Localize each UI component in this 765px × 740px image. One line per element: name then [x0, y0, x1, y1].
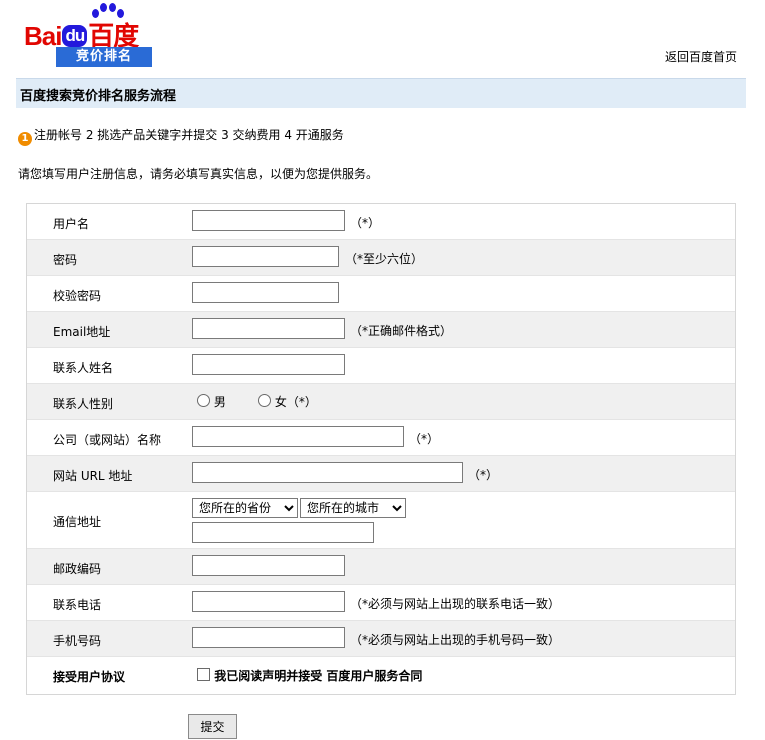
city-select[interactable]: 您所在的城市: [300, 498, 406, 518]
agreement-checkbox[interactable]: [197, 668, 210, 681]
postcode-label: 邮政编码: [53, 562, 102, 576]
logo-tagline: 竞价排名: [56, 47, 152, 67]
address-label: 通信地址: [53, 515, 102, 529]
password-hint: （*至少六位）: [345, 252, 424, 266]
province-select[interactable]: 您所在的省份: [192, 498, 298, 518]
mobile-input[interactable]: [192, 627, 345, 648]
row-agreement: 接受用户协议 我已阅读声明并接受 百度用户服务合同: [27, 657, 735, 693]
female-radio[interactable]: [258, 394, 271, 407]
agreement-option[interactable]: 我已阅读声明并接受 百度用户服务合同: [197, 667, 422, 684]
site-url-label: 网站 URL 地址: [53, 469, 133, 483]
section-title-bar: 百度搜索竞价排名服务流程: [16, 78, 746, 108]
row-contact-name: 联系人姓名: [27, 348, 735, 384]
company-label: 公司（或网站）名称: [53, 433, 162, 447]
email-input[interactable]: [192, 318, 345, 339]
row-gender: 联系人性别 男 女（*）: [27, 384, 735, 420]
mobile-label: 手机号码: [53, 634, 102, 648]
row-site-url: 网站 URL 地址 （*）: [27, 456, 735, 492]
agreement-label: 接受用户协议: [53, 670, 126, 684]
gender-hint: （*）: [286, 395, 317, 409]
site-url-hint: （*）: [468, 468, 499, 482]
password-label: 密码: [53, 253, 78, 267]
row-phone: 联系电话 （*必须与网站上出现的联系电话一致）: [27, 585, 735, 621]
username-input[interactable]: [192, 210, 345, 231]
contact-name-label: 联系人姓名: [53, 361, 114, 375]
row-company: 公司（或网站）名称 （*）: [27, 420, 735, 456]
row-mobile: 手机号码 （*必须与网站上出现的手机号码一致）: [27, 621, 735, 657]
male-radio[interactable]: [197, 394, 210, 407]
gender-female-option[interactable]: 女（*）: [258, 393, 317, 410]
baidu-logo: Bai du 百度 竞价排名: [24, 2, 164, 68]
username-hint: （*）: [350, 216, 381, 230]
steps-text: 注册帐号 2 挑选产品关键字并提交 3 交纳费用 4 开通服务: [34, 128, 344, 142]
home-link[interactable]: 返回百度首页: [665, 48, 737, 65]
phone-hint: （*必须与网站上出现的联系电话一致）: [350, 597, 561, 611]
registration-form: 用户名 （*） 密码 （*至少六位） 校验密码 Email地址 （*正确邮件格式…: [26, 203, 736, 695]
company-hint: （*）: [409, 432, 440, 446]
password-input[interactable]: [192, 246, 339, 267]
female-label: 女: [274, 395, 287, 409]
step-number-badge: 1: [18, 132, 32, 146]
row-password: 密码 （*至少六位）: [27, 240, 735, 276]
section-title: 百度搜索竞价排名服务流程: [20, 89, 177, 104]
male-label: 男: [213, 395, 226, 409]
row-username: 用户名 （*）: [27, 204, 735, 240]
row-address: 通信地址 您所在的省份 您所在的城市: [27, 492, 735, 549]
mobile-hint: （*必须与网站上出现的手机号码一致）: [350, 633, 561, 647]
email-label: Email地址: [53, 325, 111, 339]
contact-name-input[interactable]: [192, 354, 345, 375]
phone-label: 联系电话: [53, 598, 102, 612]
confirm-password-input[interactable]: [192, 282, 339, 303]
row-confirm-password: 校验密码: [27, 276, 735, 312]
submit-button[interactable]: 提交: [188, 714, 237, 739]
gender-male-option[interactable]: 男: [197, 393, 226, 410]
row-email: Email地址 （*正确邮件格式）: [27, 312, 735, 348]
postcode-input[interactable]: [192, 555, 345, 576]
email-hint: （*正确邮件格式）: [350, 324, 453, 338]
gender-label: 联系人性别: [53, 397, 114, 411]
site-url-input[interactable]: [192, 462, 463, 483]
process-steps: 1 注册帐号 2 挑选产品关键字并提交 3 交纳费用 4 开通服务: [18, 126, 344, 146]
row-postcode: 邮政编码: [27, 549, 735, 585]
username-label: 用户名: [53, 217, 90, 231]
instruction-text: 请您填写用户注册信息，请务必填写真实信息，以便为您提供服务。: [18, 167, 379, 181]
agreement-text: 我已阅读声明并接受 百度用户服务合同: [214, 669, 423, 683]
phone-input[interactable]: [192, 591, 345, 612]
confirm-password-label: 校验密码: [53, 289, 102, 303]
company-input[interactable]: [192, 426, 404, 447]
address-input[interactable]: [192, 522, 374, 543]
